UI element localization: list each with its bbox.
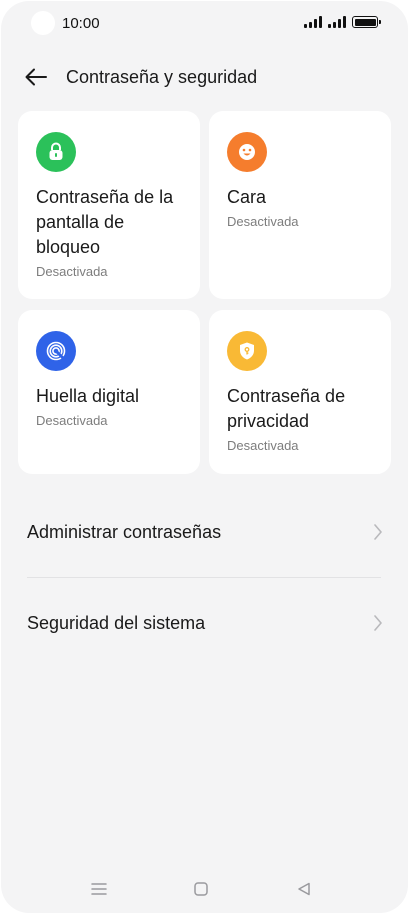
list-divider bbox=[27, 577, 381, 578]
recent-apps-button[interactable] bbox=[87, 877, 111, 901]
battery-fill bbox=[354, 18, 376, 26]
signal-icon-secondary bbox=[328, 16, 346, 28]
back-triangle-icon bbox=[298, 882, 310, 896]
home-icon bbox=[194, 882, 208, 896]
shield-key-icon bbox=[227, 331, 267, 371]
card-lock-screen-password[interactable]: Contraseña de la pantalla de bloqueo Des… bbox=[18, 111, 200, 299]
lock-icon bbox=[36, 132, 76, 172]
card-title: Cara bbox=[227, 187, 267, 207]
card-fingerprint[interactable]: Huella digital Desactivada bbox=[18, 310, 200, 474]
card-title: Huella digital bbox=[36, 386, 140, 406]
back-button[interactable] bbox=[21, 63, 51, 91]
card-status: Desactivada bbox=[36, 413, 108, 428]
arrow-left-icon bbox=[25, 68, 47, 86]
back-nav-button[interactable] bbox=[292, 877, 316, 901]
navigation-bar bbox=[1, 863, 408, 913]
phone-screen: 10:00 Contraseña y seguridad Contraseña … bbox=[1, 1, 408, 913]
fingerprint-icon bbox=[36, 331, 76, 371]
list-item-label: Administrar contraseñas bbox=[27, 521, 222, 542]
front-camera bbox=[31, 11, 55, 35]
list-item-label: Seguridad del sistema bbox=[27, 612, 206, 633]
status-time: 10:00 bbox=[62, 15, 100, 32]
card-status: Desactivada bbox=[227, 438, 299, 453]
header: Contraseña y seguridad bbox=[1, 57, 408, 97]
card-title: Contraseña de privacidad bbox=[227, 386, 346, 431]
list-item-manage-passwords[interactable]: Administrar contraseñas bbox=[27, 504, 383, 560]
card-face[interactable]: Cara Desactivada bbox=[209, 111, 391, 299]
chevron-right-icon bbox=[374, 615, 382, 631]
home-button[interactable] bbox=[189, 877, 213, 901]
card-title: Contraseña de la pantalla de bloqueo bbox=[36, 187, 174, 257]
list-item-system-security[interactable]: Seguridad del sistema bbox=[27, 595, 383, 651]
card-privacy-password[interactable]: Contraseña de privacidad Desactivada bbox=[209, 310, 391, 474]
page-title: Contraseña y seguridad bbox=[66, 67, 258, 87]
card-status: Desactivada bbox=[36, 264, 108, 279]
face-icon bbox=[227, 132, 267, 172]
card-status: Desactivada bbox=[227, 214, 299, 229]
menu-icon bbox=[91, 883, 107, 895]
status-bar: 10:00 bbox=[1, 1, 408, 45]
chevron-right-icon bbox=[374, 524, 382, 540]
signal-icon bbox=[304, 16, 322, 28]
battery-icon bbox=[352, 16, 381, 28]
status-icons bbox=[304, 16, 381, 28]
